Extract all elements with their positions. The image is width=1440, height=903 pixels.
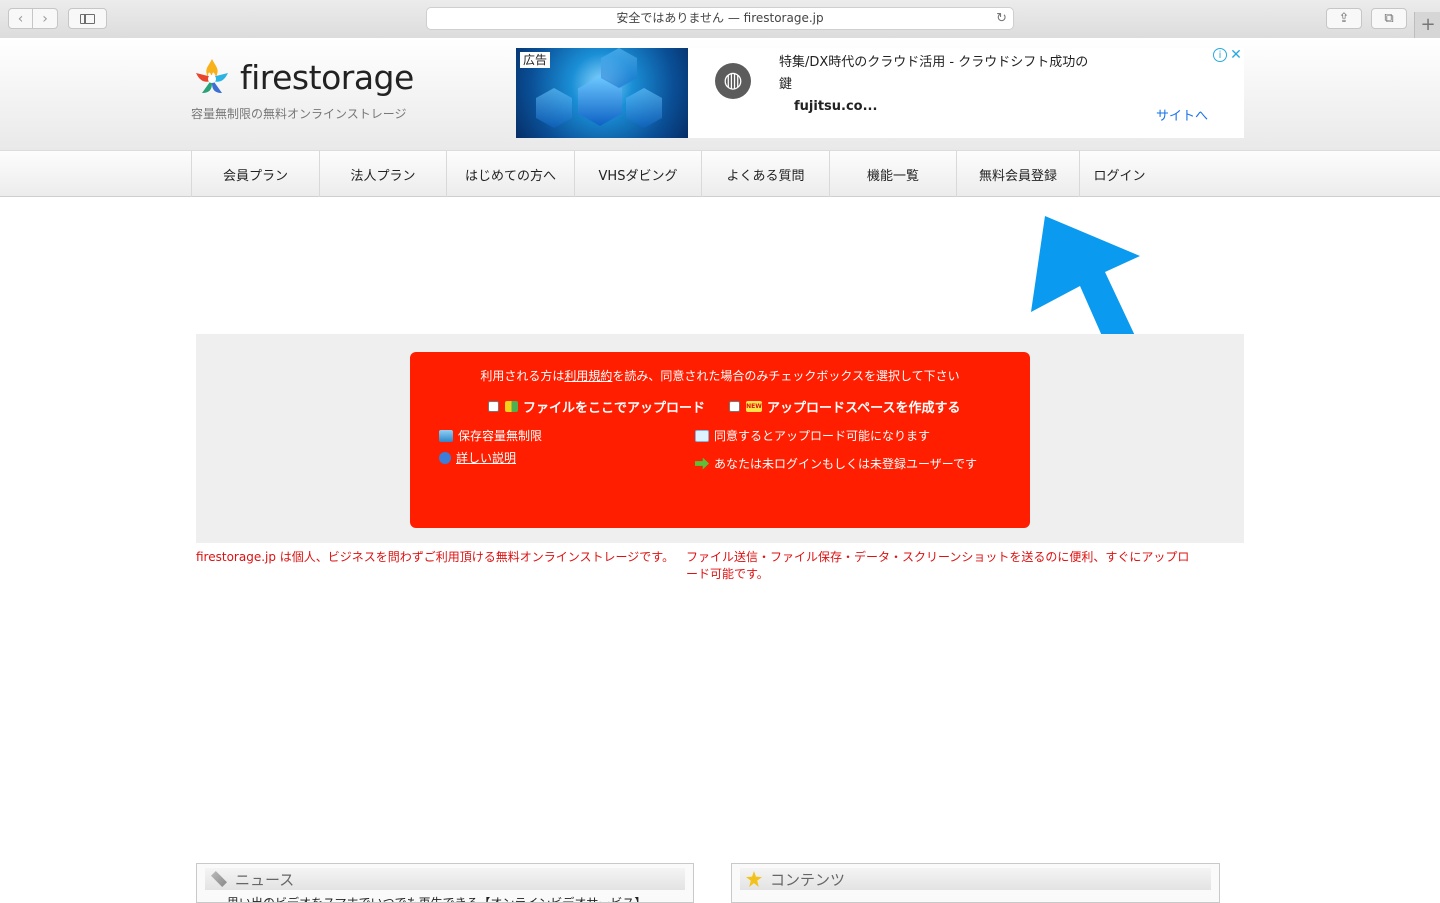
advertisement[interactable]: 広告 ◍ 特集/DX時代のクラウド活用 - クラウドシフト成功の鍵 fujits… <box>516 48 1244 138</box>
globe-icon: ◍ <box>715 63 751 99</box>
nav-vhs-dubbing[interactable]: VHSダビング <box>574 151 701 197</box>
news-item[interactable]: 思い出のビデオをスマホでいつでも再生できる【オンラインビデオサービス】 <box>227 894 646 902</box>
star-icon <box>746 871 762 887</box>
nav-member-plan[interactable]: 会員プラン <box>191 151 319 197</box>
plus-icon: + <box>1420 14 1436 35</box>
ad-image[interactable]: 広告 <box>516 48 688 138</box>
share-button[interactable]: ⇪ <box>1326 8 1362 29</box>
upload-file-option[interactable]: ファイルをここでアップロード <box>488 397 705 416</box>
logo-text: firestorage <box>240 57 414 97</box>
nav-beginners[interactable]: はじめての方へ <box>446 151 574 197</box>
feature-login: あなたは未ログインもしくは未登録ユーザーです <box>695 455 977 472</box>
new-tab-button[interactable]: + <box>1414 12 1440 38</box>
main-navigation: 会員プラン 法人プラン はじめての方へ VHSダビング よくある質問 機能一覧 … <box>0 150 1440 197</box>
feature-agree-text: 同意するとアップロード可能になります <box>714 429 931 443</box>
ad-domain: fujitsu.co... <box>794 99 878 114</box>
create-space-option[interactable]: NEW アップロードスペースを作成する <box>729 397 960 416</box>
news-title: ニュース <box>235 870 295 889</box>
contents-panel: コンテンツ <box>731 863 1220 903</box>
ad-title[interactable]: 特集/DX時代のクラウド活用 - クラウドシフト成功の鍵 <box>779 52 1089 96</box>
site-logo[interactable]: firestorage <box>190 55 414 99</box>
forward-button[interactable]: › <box>33 8 58 29</box>
terms-link[interactable]: 利用規約 <box>564 369 612 383</box>
hexagon-graphic <box>626 88 662 128</box>
back-button[interactable]: ‹ <box>8 8 33 29</box>
nav-corporate-plan[interactable]: 法人プラン <box>319 151 446 197</box>
contents-header: コンテンツ <box>740 868 1211 890</box>
upload-panel: 利用される方は利用規約を読み、同意された場合のみチェックボックスを選択して下さい… <box>410 352 1030 528</box>
chevron-left-icon: ‹ <box>17 10 24 27</box>
new-badge-icon: NEW <box>746 401 762 412</box>
news-panel: ニュース 思い出のビデオをスマホでいつでも再生できる【オンラインビデオサービス】 <box>196 863 694 903</box>
speech-bubble-icon <box>695 429 709 442</box>
site-description-left: firestorage.jp は個人、ビジネスを問わずご利用頂ける無料オンライン… <box>196 550 675 564</box>
nav-features[interactable]: 機能一覧 <box>829 151 956 197</box>
show-tabs-button[interactable]: ⧉ <box>1371 8 1407 29</box>
ad-label: 広告 <box>520 52 551 68</box>
nav-free-signup[interactable]: 無料会員登録 <box>956 151 1079 197</box>
tabs-icon: ⧉ <box>1384 11 1394 26</box>
terms-notice: 利用される方は利用規約を読み、同意された場合のみチェックボックスを選択して下さい <box>410 367 1030 384</box>
reload-icon[interactable]: ↻ <box>996 8 1007 29</box>
storage-icon <box>439 429 453 442</box>
right-arrow-icon <box>695 457 709 470</box>
hexagon-graphic <box>536 88 572 128</box>
tag-icon <box>211 871 227 887</box>
sidebar-icon <box>80 13 95 24</box>
feature-storage-text: 保存容量無制限 <box>458 429 543 443</box>
help-link[interactable]: 詳しい説明 <box>456 449 516 466</box>
site-tagline: 容量無制限の無料オンラインストレージ <box>191 107 407 121</box>
upload-file-label: ファイルをここでアップロード <box>523 401 706 416</box>
share-icon: ⇪ <box>1338 11 1350 26</box>
nav-login[interactable]: ログイン <box>1079 151 1159 197</box>
site-description-right: ファイル送信・ファイル保存・データ・スクリーンショットを送るのに便利、すぐにアッ… <box>686 550 1190 581</box>
notice-text: 利用される方は <box>480 369 565 383</box>
news-header: ニュース <box>205 868 685 890</box>
address-text: 安全ではありません — firestorage.jp <box>616 11 824 25</box>
feature-agree: 同意するとアップロード可能になります <box>695 427 930 444</box>
chevron-right-icon: › <box>42 10 48 27</box>
nav-faq[interactable]: よくある質問 <box>701 151 829 197</box>
ad-cta-link[interactable]: サイトへ <box>1156 105 1208 124</box>
info-icon <box>439 451 451 464</box>
history-buttons: ‹ › <box>8 8 58 30</box>
address-bar[interactable]: 安全ではありません — firestorage.jp ↻ <box>426 7 1014 30</box>
ad-info-icon[interactable]: i <box>1213 48 1227 62</box>
gift-icon <box>505 401 518 412</box>
feature-help[interactable]: 詳しい説明 <box>439 449 516 466</box>
create-space-checkbox[interactable] <box>729 401 740 412</box>
flame-logo-icon <box>196 59 228 93</box>
ad-close-icon[interactable]: ✕ <box>1228 48 1244 64</box>
sidebar-toggle-button[interactable] <box>68 8 107 29</box>
feature-storage: 保存容量無制限 <box>439 427 542 444</box>
upload-file-checkbox[interactable] <box>488 401 499 412</box>
notice-text: を読み、同意された場合のみチェックボックスを選択して下さい <box>612 369 960 383</box>
contents-title: コンテンツ <box>770 870 846 889</box>
feature-login-text: あなたは未ログインもしくは未登録ユーザーです <box>714 457 978 471</box>
create-space-label: アップロードスペースを作成する <box>767 401 961 416</box>
browser-toolbar: ‹ › 安全ではありません — firestorage.jp ↻ ⇪ ⧉ + <box>0 0 1440 39</box>
